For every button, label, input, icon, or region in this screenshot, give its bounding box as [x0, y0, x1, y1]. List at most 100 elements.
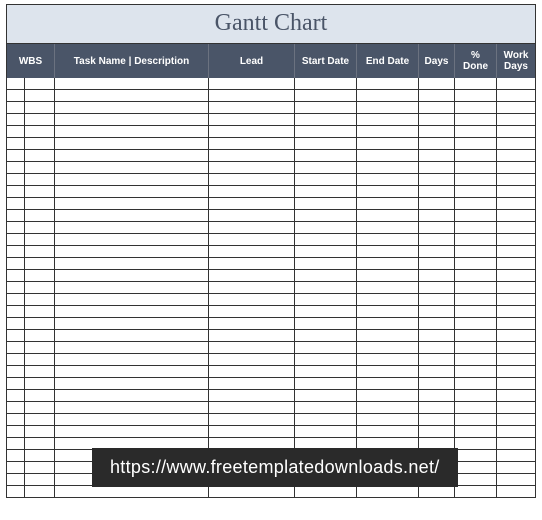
cell-lead[interactable] — [209, 390, 295, 401]
cell-task[interactable] — [55, 246, 209, 257]
cell-start[interactable] — [295, 378, 357, 389]
cell-end[interactable] — [357, 294, 419, 305]
table-row[interactable] — [6, 162, 536, 174]
cell-end[interactable] — [357, 270, 419, 281]
cell-lead[interactable] — [209, 366, 295, 377]
cell-end[interactable] — [357, 366, 419, 377]
cell-wdays[interactable] — [497, 330, 535, 341]
cell-wbs-a[interactable] — [7, 318, 25, 329]
cell-end[interactable] — [357, 210, 419, 221]
cell-start[interactable] — [295, 126, 357, 137]
cell-lead[interactable] — [209, 78, 295, 89]
cell-task[interactable] — [55, 426, 209, 437]
cell-wbs-a[interactable] — [7, 450, 25, 461]
cell-days[interactable] — [419, 234, 455, 245]
cell-task[interactable] — [55, 210, 209, 221]
cell-days[interactable] — [419, 414, 455, 425]
cell-wdays[interactable] — [497, 198, 535, 209]
cell-start[interactable] — [295, 330, 357, 341]
cell-wdays[interactable] — [497, 294, 535, 305]
cell-pdone[interactable] — [455, 138, 497, 149]
cell-wdays[interactable] — [497, 342, 535, 353]
cell-wdays[interactable] — [497, 282, 535, 293]
cell-wbs-b[interactable] — [25, 438, 55, 449]
cell-wbs-b[interactable] — [25, 246, 55, 257]
cell-days[interactable] — [419, 222, 455, 233]
cell-task[interactable] — [55, 102, 209, 113]
table-row[interactable] — [6, 246, 536, 258]
cell-pdone[interactable] — [455, 426, 497, 437]
cell-start[interactable] — [295, 234, 357, 245]
cell-end[interactable] — [357, 90, 419, 101]
cell-wbs-b[interactable] — [25, 462, 55, 473]
cell-end[interactable] — [357, 186, 419, 197]
cell-task[interactable] — [55, 114, 209, 125]
cell-wbs-a[interactable] — [7, 102, 25, 113]
cell-wbs-a[interactable] — [7, 426, 25, 437]
cell-lead[interactable] — [209, 258, 295, 269]
cell-wbs-a[interactable] — [7, 186, 25, 197]
cell-days[interactable] — [419, 90, 455, 101]
cell-end[interactable] — [357, 318, 419, 329]
cell-pdone[interactable] — [455, 198, 497, 209]
cell-days[interactable] — [419, 258, 455, 269]
cell-pdone[interactable] — [455, 462, 497, 473]
cell-days[interactable] — [419, 306, 455, 317]
cell-wbs-a[interactable] — [7, 486, 25, 497]
cell-end[interactable] — [357, 234, 419, 245]
table-row[interactable] — [6, 198, 536, 210]
cell-wdays[interactable] — [497, 234, 535, 245]
cell-days[interactable] — [419, 330, 455, 341]
cell-wbs-b[interactable] — [25, 174, 55, 185]
table-row[interactable] — [6, 126, 536, 138]
table-row[interactable] — [6, 378, 536, 390]
cell-pdone[interactable] — [455, 270, 497, 281]
cell-start[interactable] — [295, 186, 357, 197]
cell-wdays[interactable] — [497, 306, 535, 317]
table-row[interactable] — [6, 234, 536, 246]
cell-wdays[interactable] — [497, 270, 535, 281]
cell-wbs-a[interactable] — [7, 138, 25, 149]
cell-end[interactable] — [357, 390, 419, 401]
cell-start[interactable] — [295, 174, 357, 185]
cell-pdone[interactable] — [455, 222, 497, 233]
cell-task[interactable] — [55, 258, 209, 269]
cell-task[interactable] — [55, 342, 209, 353]
cell-task[interactable] — [55, 138, 209, 149]
cell-wbs-b[interactable] — [25, 426, 55, 437]
cell-wdays[interactable] — [497, 486, 535, 497]
cell-wbs-a[interactable] — [7, 402, 25, 413]
cell-wbs-a[interactable] — [7, 90, 25, 101]
cell-wbs-b[interactable] — [25, 270, 55, 281]
cell-wbs-a[interactable] — [7, 354, 25, 365]
cell-wbs-b[interactable] — [25, 78, 55, 89]
cell-pdone[interactable] — [455, 90, 497, 101]
cell-lead[interactable] — [209, 150, 295, 161]
cell-lead[interactable] — [209, 270, 295, 281]
table-row[interactable] — [6, 78, 536, 90]
cell-days[interactable] — [419, 162, 455, 173]
table-row[interactable] — [6, 486, 536, 498]
cell-pdone[interactable] — [455, 162, 497, 173]
cell-lead[interactable] — [209, 234, 295, 245]
cell-end[interactable] — [357, 486, 419, 497]
cell-wdays[interactable] — [497, 114, 535, 125]
cell-days[interactable] — [419, 486, 455, 497]
cell-wbs-a[interactable] — [7, 246, 25, 257]
cell-start[interactable] — [295, 162, 357, 173]
table-row[interactable] — [6, 390, 536, 402]
cell-pdone[interactable] — [455, 150, 497, 161]
cell-pdone[interactable] — [455, 258, 497, 269]
cell-wbs-b[interactable] — [25, 366, 55, 377]
table-row[interactable] — [6, 150, 536, 162]
cell-wbs-b[interactable] — [25, 222, 55, 233]
cell-wdays[interactable] — [497, 150, 535, 161]
cell-start[interactable] — [295, 102, 357, 113]
cell-days[interactable] — [419, 174, 455, 185]
cell-wdays[interactable] — [497, 162, 535, 173]
cell-lead[interactable] — [209, 90, 295, 101]
cell-lead[interactable] — [209, 246, 295, 257]
cell-wdays[interactable] — [497, 426, 535, 437]
cell-task[interactable] — [55, 282, 209, 293]
cell-wbs-a[interactable] — [7, 234, 25, 245]
